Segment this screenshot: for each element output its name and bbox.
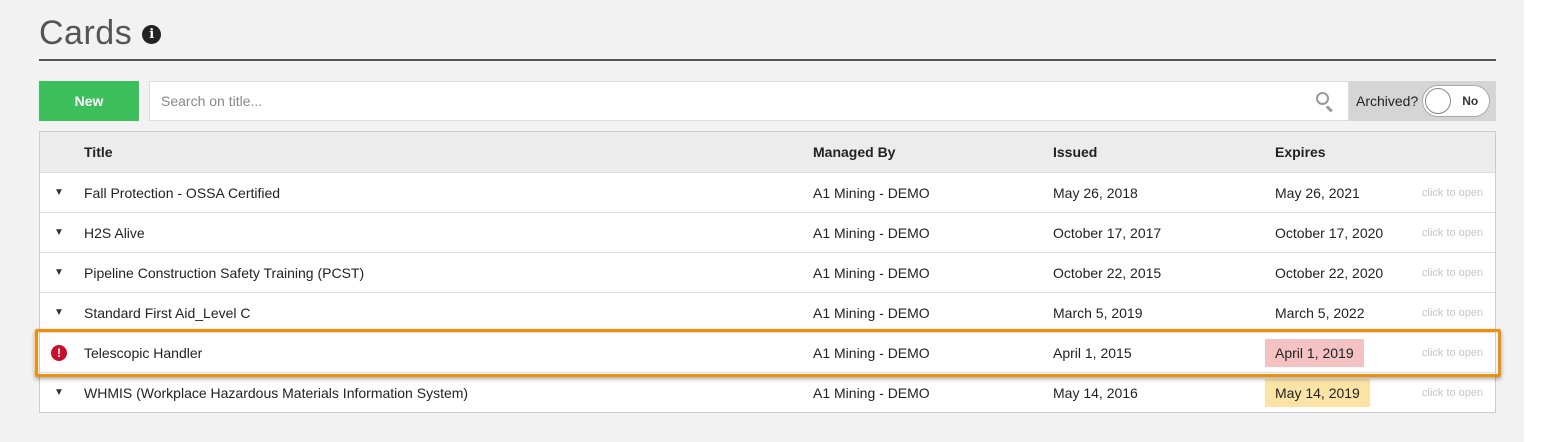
- table-row[interactable]: ▼ Pipeline Construction Safety Training …: [40, 252, 1495, 292]
- column-header-issued[interactable]: Issued: [1053, 144, 1097, 160]
- card-expires: October 17, 2020: [1275, 224, 1384, 241]
- card-title: H2S Alive: [84, 224, 145, 241]
- search-input[interactable]: [150, 82, 1314, 120]
- right-margin: [1524, 0, 1554, 442]
- card-title: Telescopic Handler: [84, 344, 203, 361]
- card-managed-by: A1 Mining - DEMO: [813, 224, 930, 241]
- table-row-expired[interactable]: ! Telescopic Handler A1 Mining - DEMO Ap…: [35, 329, 1501, 377]
- click-to-open-link[interactable]: click to open: [1422, 227, 1483, 239]
- column-header-title[interactable]: Title: [84, 144, 113, 160]
- page: Cards i New Archived? No Title Managed B…: [0, 0, 1524, 442]
- page-header: Cards i: [39, 8, 1496, 61]
- expiring-badge: May 14, 2019: [1265, 378, 1370, 407]
- card-issued: October 22, 2015: [1053, 264, 1162, 281]
- column-header-expires[interactable]: Expires: [1275, 144, 1326, 160]
- card-expires: May 26, 2021: [1275, 184, 1360, 201]
- card-issued: April 1, 2015: [1053, 344, 1132, 361]
- alert-icon: !: [51, 344, 67, 361]
- toggle-state-label: No: [1462, 94, 1479, 108]
- card-issued: March 5, 2019: [1053, 304, 1143, 321]
- toolbar: New Archived? No: [39, 81, 1496, 121]
- expired-badge: April 1, 2019: [1265, 338, 1364, 367]
- card-issued: October 17, 2017: [1053, 224, 1162, 241]
- column-header-managed-by[interactable]: Managed By: [813, 144, 895, 160]
- expand-arrow-icon[interactable]: ▼: [53, 267, 65, 278]
- card-title: WHMIS (Workplace Hazardous Materials Inf…: [84, 384, 469, 401]
- search-icon[interactable]: [1314, 90, 1336, 113]
- click-to-open-link[interactable]: click to open: [1422, 267, 1483, 279]
- toggle-knob: [1425, 88, 1452, 114]
- click-to-open-link[interactable]: click to open: [1422, 307, 1483, 319]
- click-to-open-link[interactable]: click to open: [1422, 187, 1483, 199]
- info-icon[interactable]: i: [142, 25, 162, 44]
- table-header: Title Managed By Issued Expires: [40, 132, 1495, 172]
- click-to-open-link[interactable]: click to open: [1422, 387, 1483, 399]
- new-button[interactable]: New: [39, 81, 139, 121]
- card-issued: May 14, 2016: [1053, 384, 1138, 401]
- table-row[interactable]: ▼ Standard First Aid_Level C A1 Mining -…: [40, 292, 1495, 332]
- card-expires: October 22, 2020: [1275, 264, 1384, 281]
- archived-filter: Archived? No: [1349, 81, 1496, 121]
- card-expires: May 14, 2019: [1265, 378, 1370, 407]
- card-expires: April 1, 2019: [1265, 338, 1364, 367]
- card-managed-by: A1 Mining - DEMO: [813, 304, 930, 321]
- cards-table: Title Managed By Issued Expires ▼ Fall P…: [35, 131, 1501, 413]
- expand-arrow-icon[interactable]: ▼: [53, 387, 65, 398]
- card-title: Pipeline Construction Safety Training (P…: [84, 264, 365, 281]
- table-row[interactable]: ▼ WHMIS (Workplace Hazardous Materials I…: [40, 372, 1495, 412]
- card-title: Standard First Aid_Level C: [84, 304, 251, 321]
- expand-arrow-icon[interactable]: ▼: [53, 227, 65, 238]
- table-row[interactable]: ▼ Fall Protection - OSSA Certified A1 Mi…: [40, 172, 1495, 212]
- search-bar: [149, 81, 1349, 121]
- card-managed-by: A1 Mining - DEMO: [813, 264, 930, 281]
- page-title: Cards: [39, 14, 133, 52]
- click-to-open-link[interactable]: click to open: [1422, 347, 1483, 359]
- card-managed-by: A1 Mining - DEMO: [813, 184, 930, 201]
- card-managed-by: A1 Mining - DEMO: [813, 384, 930, 401]
- expand-arrow-icon[interactable]: ▼: [53, 187, 65, 198]
- expand-arrow-icon[interactable]: ▼: [53, 307, 65, 318]
- card-title: Fall Protection - OSSA Certified: [84, 184, 281, 201]
- archived-label: Archived?: [1356, 93, 1419, 109]
- card-issued: May 26, 2018: [1053, 184, 1138, 201]
- table-row[interactable]: ▼ H2S Alive A1 Mining - DEMO October 17,…: [40, 212, 1495, 252]
- card-managed-by: A1 Mining - DEMO: [813, 344, 930, 361]
- archived-toggle[interactable]: No: [1422, 85, 1491, 117]
- card-expires: March 5, 2022: [1275, 304, 1365, 321]
